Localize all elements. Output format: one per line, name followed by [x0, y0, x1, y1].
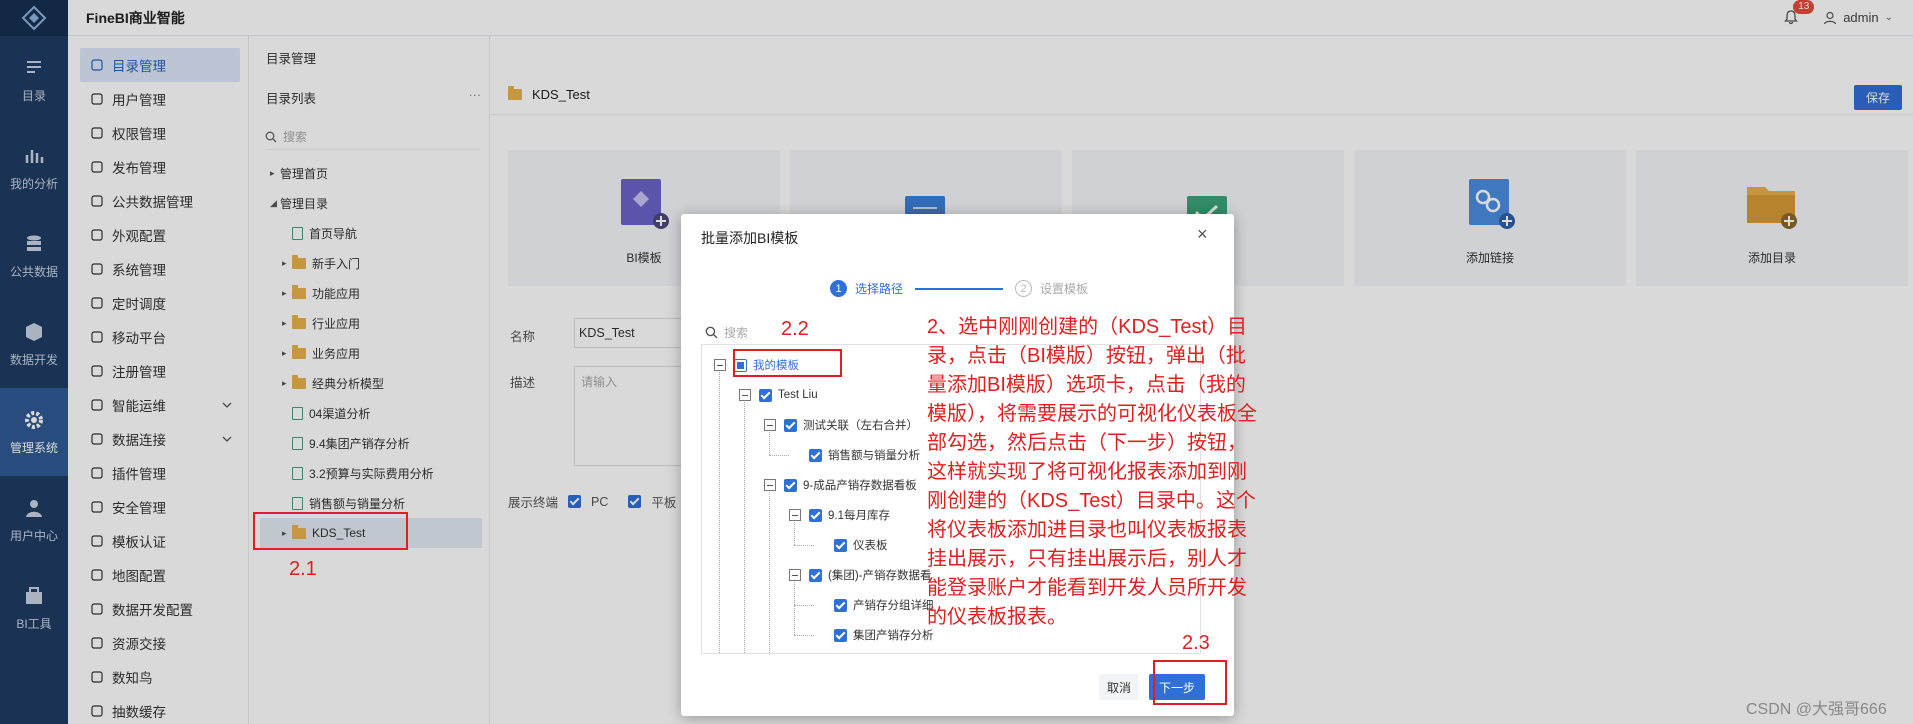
step-1-number: 1	[830, 280, 847, 297]
search-icon	[705, 326, 718, 339]
checkbox[interactable]	[759, 388, 772, 402]
step-1-label: 选择路径	[855, 282, 904, 296]
annotation-box-next	[1153, 660, 1227, 705]
annotation-2-1: 2.1	[289, 558, 317, 580]
step-2-number: 2	[1015, 280, 1033, 297]
annotation-box-my-templates	[733, 349, 842, 377]
tree-node-group-inventory[interactable]: (集团)-产销存数据看	[789, 566, 932, 584]
dialog-search[interactable]: 搜索	[705, 324, 748, 341]
tree-node-monthly-stock[interactable]: 9.1每月库存	[789, 506, 890, 524]
collapse-icon[interactable]	[764, 479, 776, 491]
collapse-icon[interactable]	[714, 359, 726, 371]
step-indicator: 1 选择路径 2 设置模板	[830, 280, 1088, 297]
dialog-title: 批量添加BI模板	[701, 230, 799, 246]
checkbox[interactable]	[784, 418, 797, 432]
step-1: 1 选择路径	[830, 280, 903, 297]
checkbox[interactable]	[834, 538, 847, 552]
watermark: CSDN @大强哥666	[1746, 701, 1887, 718]
checkbox[interactable]	[834, 628, 847, 642]
checkbox[interactable]	[834, 598, 847, 612]
checkbox[interactable]	[784, 478, 797, 492]
dialog-search-placeholder: 搜索	[724, 326, 749, 340]
tree-node-sales-analysis[interactable]: 销售额与销量分析	[809, 446, 920, 464]
annotation-box-kds-test	[253, 512, 408, 550]
checkbox[interactable]	[809, 568, 822, 582]
tree-node-group-analysis[interactable]: 集团产销存分析	[834, 626, 934, 644]
close-icon[interactable]: ×	[1197, 224, 1208, 245]
annotation-2-2: 2.2	[781, 318, 809, 340]
step-connector	[915, 287, 1004, 290]
cancel-button[interactable]: 取消	[1099, 674, 1139, 700]
tree-node-group-detail[interactable]: 产销存分组详细	[834, 596, 934, 614]
tree-node-test-liu[interactable]: Test Liu	[739, 386, 818, 404]
collapse-icon[interactable]	[789, 569, 801, 581]
collapse-icon[interactable]	[789, 509, 801, 521]
tree-node-test-join[interactable]: 测试关联（左右合并）	[764, 416, 918, 434]
step-2: 2 设置模板	[1015, 280, 1088, 297]
annotation-instructions: 2、选中刚刚创建的（KDS_Test）目录，点击（BI模版）按钮，弹出（批量添加…	[927, 316, 1257, 628]
collapse-icon[interactable]	[739, 389, 751, 401]
checkbox[interactable]	[809, 508, 822, 522]
tree-node-inventory-board[interactable]: 9-成品产销存数据看板	[764, 476, 917, 494]
tree-node-dashboard[interactable]: 仪表板	[834, 536, 888, 554]
step-2-label: 设置模板	[1040, 282, 1089, 296]
annotation-2-3: 2.3	[1182, 632, 1210, 654]
checkbox[interactable]	[809, 448, 822, 462]
collapse-icon[interactable]	[764, 419, 776, 431]
